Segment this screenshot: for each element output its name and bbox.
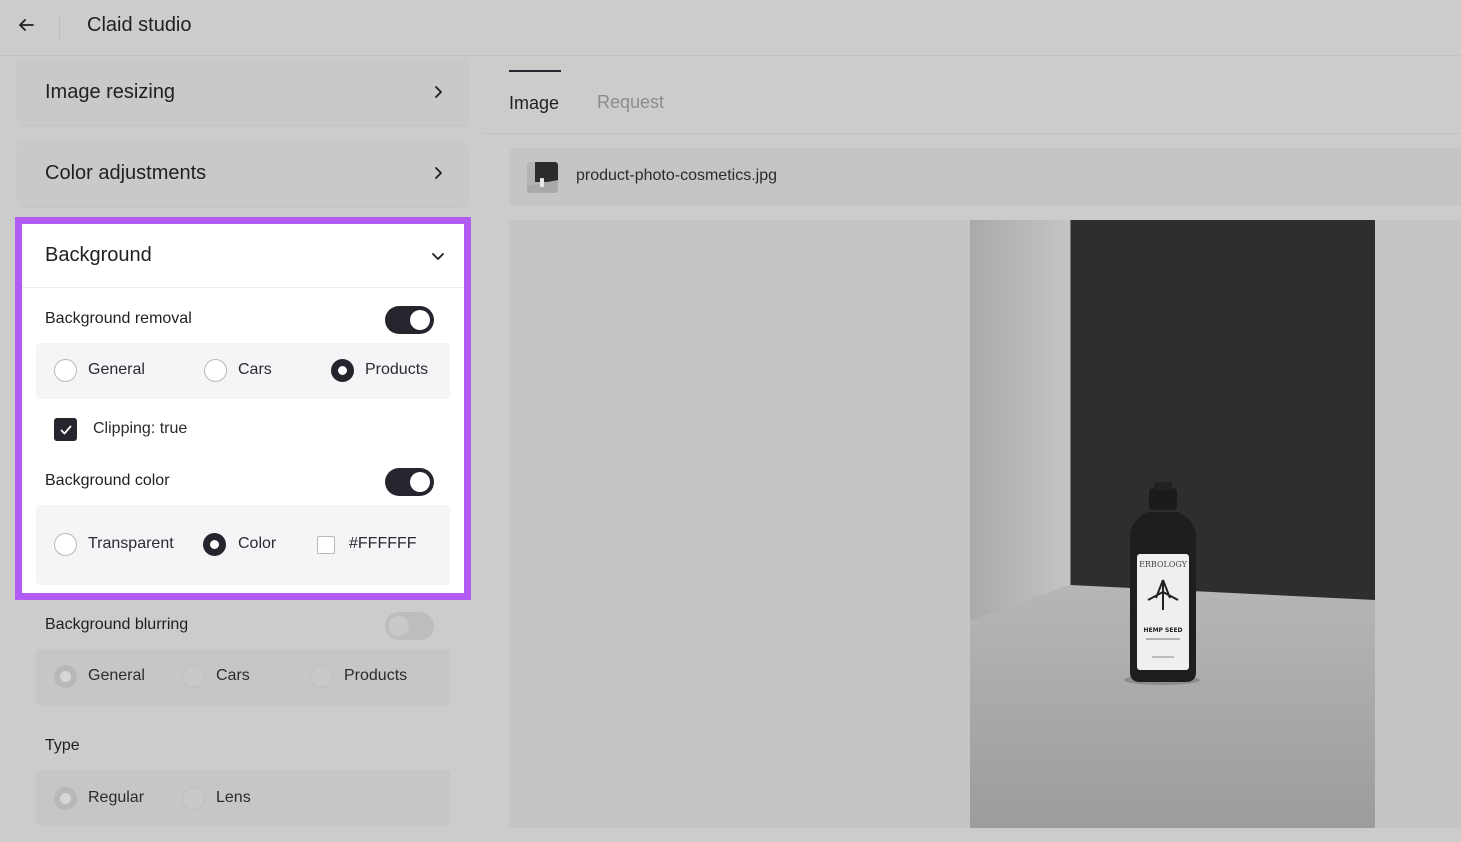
tab-image[interactable]: Image bbox=[509, 70, 561, 134]
background-header[interactable]: Background bbox=[22, 224, 464, 288]
color-adjustments-header[interactable]: Color adjustments bbox=[18, 140, 468, 206]
color-adjustments-title: Color adjustments bbox=[45, 161, 207, 184]
radio-color-transparent[interactable] bbox=[54, 533, 77, 556]
topbar-divider bbox=[59, 14, 60, 40]
radio-type-regular-label: Regular bbox=[88, 789, 145, 806]
file-name: product-photo-cosmetics.jpg bbox=[576, 167, 777, 184]
preview-panel: Image Request product-photo-cosmetics.jp… bbox=[482, 56, 1461, 842]
radio-removal-general[interactable] bbox=[54, 359, 77, 382]
image-preview: ERBOLOGY HEMP SEED bbox=[509, 220, 1461, 828]
radio-removal-products[interactable] bbox=[331, 359, 354, 382]
radio-blur-cars-label: Cars bbox=[216, 667, 250, 684]
chevron-down-icon bbox=[432, 252, 444, 260]
background-color-toggle[interactable] bbox=[385, 468, 434, 496]
toggle-knob bbox=[389, 616, 409, 636]
file-thumbnail[interactable] bbox=[527, 162, 558, 193]
radio-color-color-label: Color bbox=[238, 535, 277, 552]
product-photo: ERBOLOGY HEMP SEED bbox=[970, 220, 1375, 828]
toggle-knob bbox=[410, 310, 430, 330]
radio-blur-products[interactable] bbox=[310, 665, 333, 688]
color-adjustments-section[interactable]: Color adjustments bbox=[18, 140, 468, 206]
svg-text:HEMP SEED: HEMP SEED bbox=[1143, 627, 1182, 634]
background-removal-toggle[interactable] bbox=[385, 306, 434, 334]
tab-request[interactable]: Request bbox=[597, 70, 664, 134]
back-button[interactable] bbox=[14, 13, 38, 37]
toggle-knob bbox=[410, 472, 430, 492]
radio-removal-products-label: Products bbox=[365, 361, 429, 378]
background-blurring-toggle[interactable] bbox=[385, 612, 434, 640]
radio-type-regular[interactable] bbox=[54, 787, 77, 810]
top-bar: Claid studio bbox=[0, 0, 1461, 56]
image-resizing-header[interactable]: Image resizing bbox=[18, 59, 468, 125]
radio-removal-general-label: General bbox=[88, 361, 145, 378]
svg-text:ERBOLOGY: ERBOLOGY bbox=[1139, 560, 1188, 569]
clipping-label: Clipping: true bbox=[93, 420, 188, 437]
background-removal-label: Background removal bbox=[45, 310, 192, 327]
type-label: Type bbox=[45, 737, 80, 754]
radio-color-color[interactable] bbox=[203, 533, 226, 556]
background-blurring-label: Background blurring bbox=[45, 616, 189, 633]
file-bar: product-photo-cosmetics.jpg bbox=[509, 148, 1461, 206]
clipping-checkbox[interactable] bbox=[54, 418, 77, 441]
radio-blur-general-label: General bbox=[88, 667, 145, 684]
radio-blur-products-label: Products bbox=[344, 667, 408, 684]
image-resizing-title: Image resizing bbox=[45, 80, 176, 103]
radio-blur-general[interactable] bbox=[54, 665, 77, 688]
background-title: Background bbox=[45, 244, 152, 266]
radio-color-transparent-label: Transparent bbox=[88, 535, 174, 552]
color-swatch[interactable] bbox=[317, 536, 335, 554]
arrow-left-icon bbox=[19, 19, 34, 31]
chevron-right-icon bbox=[435, 167, 442, 179]
chevron-right-icon bbox=[435, 86, 442, 98]
background-color-label: Background color bbox=[45, 472, 170, 489]
radio-blur-cars[interactable] bbox=[182, 665, 205, 688]
image-thumbnail-icon bbox=[527, 162, 558, 193]
radio-type-lens-label: Lens bbox=[216, 789, 251, 806]
image-resizing-section[interactable]: Image resizing bbox=[18, 59, 468, 125]
radio-removal-cars-label: Cars bbox=[238, 361, 272, 378]
tabs-bar: Image Request bbox=[482, 70, 1461, 134]
check-icon bbox=[60, 425, 71, 434]
app-title: Claid studio bbox=[87, 14, 192, 36]
radio-type-lens[interactable] bbox=[182, 787, 205, 810]
radio-removal-cars[interactable] bbox=[204, 359, 227, 382]
color-hex-value[interactable]: #FFFFFF bbox=[349, 535, 417, 553]
